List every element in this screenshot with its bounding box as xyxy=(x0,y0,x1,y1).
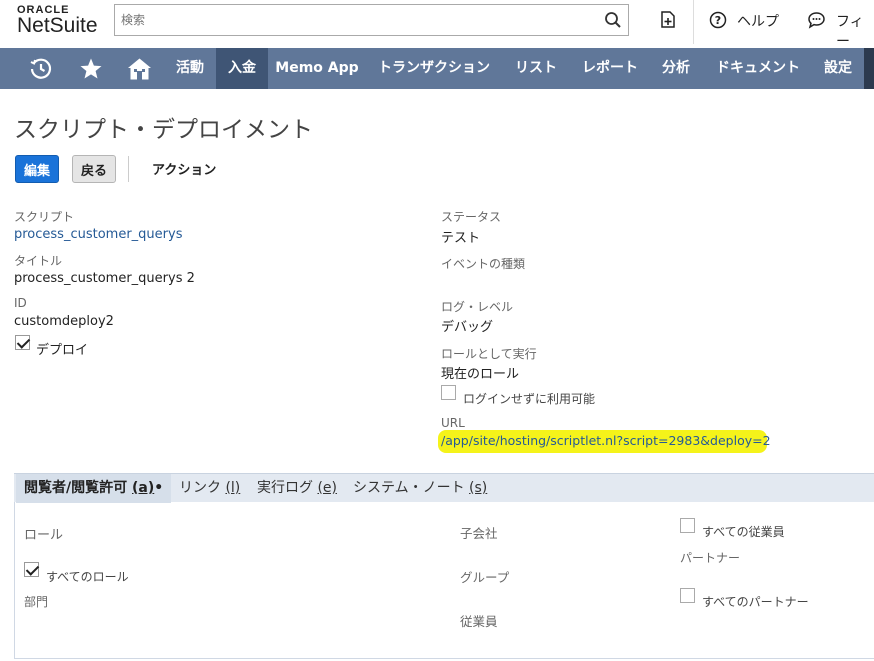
script-label: スクリプト xyxy=(14,210,75,224)
execute-as-role-value: 現在のロール xyxy=(441,367,520,382)
feedback-icon[interactable] xyxy=(807,11,826,29)
nav-lists[interactable]: リスト xyxy=(510,48,562,89)
top-header: ORACLE NetSuite ? ヘルプ フィー xyxy=(0,0,874,51)
tab-audience-key: (a) xyxy=(132,480,155,496)
departments-label: 部門 xyxy=(24,595,49,609)
back-button[interactable]: 戻る xyxy=(72,155,116,183)
url-label: URL xyxy=(441,416,465,430)
home-icon[interactable] xyxy=(127,57,152,81)
create-new-icon[interactable] xyxy=(658,10,678,30)
nav-analytics[interactable]: 分析 xyxy=(656,48,696,89)
nav-documents[interactable]: ドキュメント xyxy=(710,48,806,89)
actions-menu[interactable]: アクション xyxy=(152,159,216,178)
status-value: テスト xyxy=(441,231,481,246)
event-type-label: イベントの種類 xyxy=(441,257,526,271)
title-label: タイトル xyxy=(14,254,63,268)
nav-overflow xyxy=(864,48,874,89)
feedback-link[interactable]: フィー xyxy=(836,11,874,51)
title-value: process_customer_querys 2 xyxy=(14,271,195,286)
groups-label: グループ xyxy=(460,570,510,585)
nav-payments[interactable]: 入金 xyxy=(216,48,268,89)
tab-links-label: リンク xyxy=(179,480,226,496)
star-icon[interactable] xyxy=(79,57,103,81)
tab-execution-log[interactable]: 実行ログ (e) xyxy=(249,474,345,503)
log-level-value: デバッグ xyxy=(441,320,494,335)
tab-execution-log-key: (e) xyxy=(317,480,337,496)
logo-netsuite-text: NetSuite xyxy=(17,14,98,37)
button-separator xyxy=(128,156,129,182)
tab-execution-log-label: 実行ログ xyxy=(257,480,318,496)
tab-system-notes[interactable]: システム・ノート (s) xyxy=(345,474,495,503)
log-level-label: ログ・レベル xyxy=(441,300,514,314)
main-nav: 活動 入金 Memo App トランザクション リスト レポート 分析 ドキュメ… xyxy=(0,48,874,89)
execute-as-role-label: ロールとして実行 xyxy=(441,347,537,361)
tab-system-notes-key: (s) xyxy=(469,480,488,496)
header-divider xyxy=(693,0,694,44)
recent-icon[interactable] xyxy=(29,57,53,81)
search-input[interactable] xyxy=(115,5,595,35)
url-link[interactable]: /app/site/hosting/scriptlet.nl?script=29… xyxy=(441,433,771,448)
subtab-bar: 閲覧者/閲覧許可 (a)• リンク (l) 実行ログ (e) システム・ノート … xyxy=(14,473,874,503)
subsidiaries-label: 子会社 xyxy=(460,526,498,541)
status-label: ステータス xyxy=(441,210,502,224)
all-roles-label: すべてのロール xyxy=(46,570,129,584)
tab-links[interactable]: リンク (l) xyxy=(171,474,248,503)
tab-audience[interactable]: 閲覧者/閲覧許可 (a)• xyxy=(16,474,172,503)
tab-audience-bullet: • xyxy=(154,480,164,496)
all-employees-label: すべての従業員 xyxy=(702,525,785,539)
available-without-login-checkbox[interactable] xyxy=(441,385,456,400)
netsuite-logo[interactable]: ORACLE NetSuite xyxy=(17,4,98,38)
script-link[interactable]: process_customer_querys xyxy=(14,227,182,242)
available-without-login-label: ログインせずに利用可能 xyxy=(463,392,596,406)
global-search[interactable] xyxy=(114,4,629,36)
all-partners-label: すべてのパートナー xyxy=(702,595,809,609)
tab-system-notes-label: システム・ノート xyxy=(353,480,470,496)
help-link[interactable]: ヘルプ xyxy=(737,11,779,31)
partners-label: パートナー xyxy=(680,551,741,565)
nav-activities[interactable]: 活動 xyxy=(168,48,212,89)
edit-button[interactable]: 編集 xyxy=(15,155,59,183)
nav-setup[interactable]: 設定 xyxy=(818,48,858,89)
nav-transactions[interactable]: トランザクション xyxy=(372,48,496,89)
id-value: customdeploy2 xyxy=(14,314,114,329)
roles-label: ロール xyxy=(24,528,64,543)
employees-label: 従業員 xyxy=(460,614,498,629)
svg-text:?: ? xyxy=(715,14,721,27)
search-icon[interactable] xyxy=(604,11,622,29)
all-employees-checkbox[interactable] xyxy=(680,518,695,533)
all-roles-checkbox[interactable] xyxy=(24,562,39,577)
deploy-checkbox[interactable] xyxy=(15,335,30,350)
id-label: ID xyxy=(14,296,27,310)
page-title: スクリプト・デプロイメント xyxy=(14,117,313,143)
nav-memo-app[interactable]: Memo App xyxy=(274,48,360,89)
tab-audience-label: 閲覧者/閲覧許可 xyxy=(24,480,132,496)
all-partners-checkbox[interactable] xyxy=(680,588,695,603)
deploy-label: デプロイ xyxy=(36,343,89,358)
tab-links-key: (l) xyxy=(225,480,241,496)
nav-reports[interactable]: レポート xyxy=(576,48,644,89)
help-icon[interactable]: ? xyxy=(709,11,727,29)
